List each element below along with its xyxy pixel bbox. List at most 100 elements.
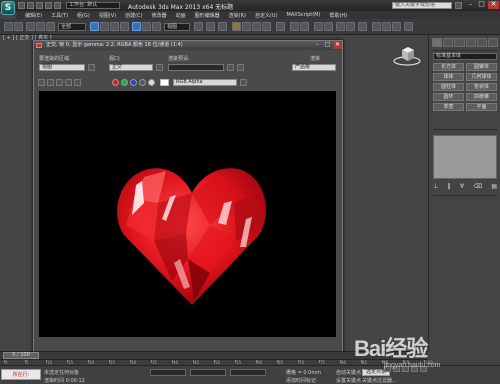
save-file-icon[interactable] xyxy=(36,2,43,9)
render-setup-icon[interactable] xyxy=(227,64,234,71)
render-production-icon[interactable] xyxy=(392,22,401,31)
reference-coordinate-combo[interactable]: 视图 xyxy=(164,23,190,31)
open-file-icon[interactable] xyxy=(27,2,34,9)
box-button[interactable]: 长方体 xyxy=(433,63,464,71)
viewport-combo[interactable]: 正交 xyxy=(109,64,153,71)
area-to-render-combo[interactable]: 视图 xyxy=(39,64,85,71)
menu-customize[interactable]: 自定义(U) xyxy=(255,12,278,19)
cylinder-button[interactable]: 圆柱体 xyxy=(433,83,464,91)
snap-toggle-icon[interactable] xyxy=(232,22,241,31)
show-end-result-icon[interactable]: ‖ xyxy=(448,183,451,191)
viewcube-icon[interactable] xyxy=(392,44,422,68)
geosphere-button[interactable]: 几何球体 xyxy=(466,73,497,81)
sphere-button[interactable]: 球体 xyxy=(433,73,464,81)
plane-button[interactable]: 平面 xyxy=(466,103,497,111)
remove-modifier-icon[interactable]: ⌫ xyxy=(473,183,481,191)
new-file-icon[interactable] xyxy=(18,2,25,9)
redo-icon[interactable] xyxy=(14,22,23,31)
render-mode-combo[interactable]: 产品级 xyxy=(292,64,336,71)
make-unique-icon[interactable]: ∀ xyxy=(460,183,464,191)
key-filters-button[interactable]: 关键点过滤器... xyxy=(362,377,397,384)
maxscript-listener-label[interactable]: 所在行: xyxy=(1,369,41,380)
redo-icon[interactable] xyxy=(54,2,61,9)
mirror-icon[interactable] xyxy=(290,22,299,31)
app-logo-icon[interactable]: S xyxy=(1,1,15,15)
maximize-button[interactable]: □ xyxy=(476,1,487,9)
rf-close-button[interactable]: ✕ xyxy=(333,42,342,49)
angle-snap-icon[interactable] xyxy=(242,22,251,31)
named-selection-icon[interactable] xyxy=(276,22,285,31)
y-coordinate-field[interactable] xyxy=(190,369,226,376)
torus-button[interactable]: 圆环 xyxy=(433,93,464,101)
minimize-button[interactable]: – xyxy=(465,1,476,9)
motion-tab[interactable] xyxy=(465,38,476,47)
selection-filter-combo[interactable]: 全部 xyxy=(58,23,86,31)
color-swatch[interactable] xyxy=(160,79,169,86)
blue-channel-icon[interactable] xyxy=(130,79,137,86)
align-icon[interactable] xyxy=(300,22,309,31)
workspace-combo[interactable]: 工作台: 默认 xyxy=(66,2,120,9)
clear-image-icon[interactable] xyxy=(74,79,81,86)
menu-tools[interactable]: 工具(T) xyxy=(51,12,68,19)
curve-editor-icon[interactable] xyxy=(336,22,345,31)
rectangular-selection-icon[interactable] xyxy=(110,22,119,31)
time-slider-thumb[interactable]: 0 / 100 xyxy=(3,352,39,359)
graphite-toolbar-icon[interactable] xyxy=(324,22,333,31)
menu-graph-editors[interactable]: 图形编辑器 xyxy=(195,12,220,19)
alpha-channel-icon[interactable] xyxy=(139,79,146,86)
menu-create[interactable]: 创建(C) xyxy=(125,12,142,19)
menu-edit[interactable]: 编辑(E) xyxy=(25,12,42,19)
toggle-ui-overlay-icon[interactable] xyxy=(240,79,247,86)
bind-space-warp-icon[interactable] xyxy=(46,22,55,31)
undo-icon[interactable] xyxy=(45,2,52,9)
add-time-tag-text[interactable]: 添加时间标记 xyxy=(286,377,316,384)
rf-maximize-button[interactable]: □ xyxy=(323,42,332,49)
rotate-icon[interactable] xyxy=(142,22,151,31)
move-icon[interactable] xyxy=(132,22,141,31)
teapot-button[interactable]: 茶壶 xyxy=(433,103,464,111)
tube-button[interactable]: 管状体 xyxy=(466,83,497,91)
environment-effects-icon[interactable] xyxy=(237,64,244,71)
search-input[interactable]: 键入关键字或短语 xyxy=(392,2,452,9)
utilities-tab[interactable] xyxy=(487,38,499,47)
pin-stack-icon[interactable]: ⊥ xyxy=(433,183,438,191)
teapot-render-icon[interactable] xyxy=(404,22,413,31)
window-crossing-icon[interactable] xyxy=(120,22,129,31)
scale-icon[interactable] xyxy=(152,22,161,31)
select-manipulate-icon[interactable] xyxy=(206,22,215,31)
schematic-view-icon[interactable] xyxy=(346,22,355,31)
rendered-frame-window-icon[interactable] xyxy=(382,22,391,31)
red-channel-icon[interactable] xyxy=(112,79,119,86)
print-image-icon[interactable] xyxy=(65,79,72,86)
display-tab[interactable] xyxy=(476,38,487,47)
menu-maxscript[interactable]: MAXScript(M) xyxy=(287,12,321,18)
hierarchy-tab[interactable] xyxy=(454,38,465,47)
close-button[interactable]: ✕ xyxy=(488,1,499,9)
object-type-combo[interactable]: 标准基本体 xyxy=(433,53,497,60)
menu-rendering[interactable]: 渲染(R) xyxy=(229,12,246,19)
pivot-center-icon[interactable] xyxy=(194,22,203,31)
pyramid-button[interactable]: 四棱锥 xyxy=(466,93,497,101)
percent-snap-icon[interactable] xyxy=(252,22,261,31)
unlink-icon[interactable] xyxy=(36,22,45,31)
undo-icon[interactable] xyxy=(4,22,13,31)
layer-manager-icon[interactable] xyxy=(314,22,323,31)
search-icon[interactable] xyxy=(455,2,462,9)
copy-image-icon[interactable] xyxy=(47,79,54,86)
channel-display-combo[interactable]: RGB Alpha xyxy=(173,79,237,86)
edit-region-icon[interactable] xyxy=(88,64,95,71)
modify-tab[interactable] xyxy=(443,38,454,47)
x-coordinate-field[interactable] xyxy=(150,369,186,376)
cone-button[interactable]: 圆锥体 xyxy=(466,63,497,71)
menu-view[interactable]: 视图(V) xyxy=(99,12,116,19)
menu-animation[interactable]: 动画 xyxy=(176,12,186,19)
render-setup-icon[interactable] xyxy=(372,22,381,31)
menu-help[interactable]: 帮助(H) xyxy=(329,12,347,19)
menu-group[interactable]: 组(G) xyxy=(77,12,90,19)
select-by-name-icon[interactable] xyxy=(100,22,109,31)
render-preset-combo[interactable] xyxy=(168,64,224,71)
clone-window-icon[interactable] xyxy=(56,79,63,86)
green-channel-icon[interactable] xyxy=(121,79,128,86)
spinner-snap-icon[interactable] xyxy=(262,22,271,31)
lock-viewport-icon[interactable] xyxy=(156,64,163,71)
